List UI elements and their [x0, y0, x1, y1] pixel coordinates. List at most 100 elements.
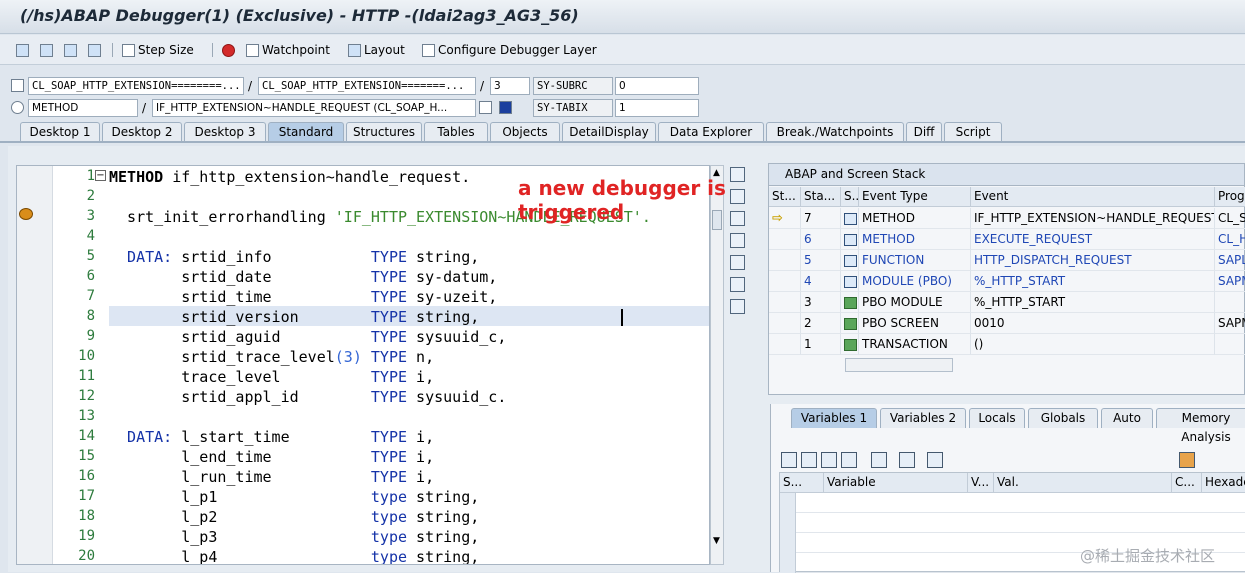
- navigate-icon[interactable]: [479, 101, 492, 114]
- var-row[interactable]: [780, 513, 1245, 533]
- sytabix-value[interactable]: 1: [615, 99, 699, 117]
- var-tab-memory-analysis[interactable]: Memory Analysis: [1156, 408, 1245, 444]
- services-tool-icon[interactable]: [730, 277, 745, 292]
- tab-structures[interactable]: Structures: [346, 122, 422, 141]
- close-tool-icon[interactable]: [730, 167, 745, 182]
- source-code-editor[interactable]: 1 2 3 4 5 6 7 8 9 10 11 12 13 14 15 16 17 18 19 20 − METHOD…: [16, 165, 710, 565]
- code-line[interactable]: srtid_time TYPE sy-uzeit,: [109, 288, 497, 306]
- configure-debugger-layer-button[interactable]: Configure Debugger Layer: [422, 41, 597, 59]
- var-tab-globals[interactable]: Globals: [1028, 408, 1098, 428]
- code-line[interactable]: trace_level TYPE i,: [109, 368, 434, 386]
- var-tab-auto[interactable]: Auto: [1101, 408, 1153, 428]
- code-line[interactable]: l_p1 type string,: [109, 488, 479, 506]
- code-line[interactable]: DATA: srtid_info TYPE string,: [109, 248, 479, 266]
- row-selector[interactable]: [780, 533, 796, 553]
- return-icon[interactable]: [64, 41, 77, 59]
- stack-row[interactable]: ⇨ 7 METHOD IF_HTTP_EXTENSION~HANDLE_REQUEST…: [769, 208, 1245, 229]
- layout-button[interactable]: Layout: [348, 41, 405, 59]
- breakpoint-gutter[interactable]: [17, 166, 53, 564]
- var-col-header[interactable]: S...: [780, 473, 824, 493]
- tab-objects[interactable]: Objects: [490, 122, 560, 141]
- continue-icon[interactable]: [88, 41, 101, 59]
- tab-data-explorer[interactable]: Data Explorer: [658, 122, 764, 141]
- tab-break-watchpoints[interactable]: Break./Watchpoints: [766, 122, 904, 141]
- code-line[interactable]: l_end_time TYPE i,: [109, 448, 434, 466]
- code-line[interactable]: srtid_version TYPE string,: [109, 308, 479, 326]
- var-col-header[interactable]: Variable: [824, 473, 968, 493]
- execute-icon[interactable]: [40, 41, 53, 59]
- var-col-header[interactable]: V...: [968, 473, 994, 493]
- new-tool-icon[interactable]: [730, 189, 745, 204]
- resize-tool-icon[interactable]: [730, 255, 745, 270]
- collapse-icon[interactable]: −: [95, 170, 106, 181]
- tab-diff[interactable]: Diff: [906, 122, 942, 141]
- swap-tool-icon[interactable]: [730, 211, 745, 226]
- stack-col-header[interactable]: Progr: [1215, 187, 1245, 207]
- tab-tables[interactable]: Tables: [424, 122, 488, 141]
- stack-row[interactable]: 5 FUNCTIONHTTP_DISPATCH_REQUESTSAPLH: [769, 250, 1245, 271]
- stack-row[interactable]: 1 TRANSACTION(): [769, 334, 1245, 355]
- tab-desktop-2[interactable]: Desktop 2: [102, 122, 182, 141]
- tab-standard[interactable]: Standard: [268, 122, 344, 141]
- row-selector[interactable]: [780, 513, 796, 533]
- row-selector[interactable]: [780, 493, 796, 513]
- code-line[interactable]: srtid_aguid TYPE sysuuid_c,: [109, 328, 506, 346]
- code-line[interactable]: l_p3 type string,: [109, 528, 479, 546]
- stack-col-header[interactable]: St...: [769, 187, 801, 207]
- save-icon[interactable]: [1179, 452, 1195, 468]
- var-tab-variables-1[interactable]: Variables 1: [791, 408, 877, 428]
- new-icon[interactable]: [801, 452, 817, 468]
- stop-button[interactable]: [222, 41, 235, 59]
- var-row[interactable]: [780, 493, 1245, 513]
- var-col-header[interactable]: C...: [1172, 473, 1202, 493]
- var-tab-locals[interactable]: Locals: [969, 408, 1025, 428]
- event-field[interactable]: IF_HTTP_EXTENSION~HANDLE_REQUEST (CL_SOA…: [152, 99, 476, 117]
- var-col-header[interactable]: Hexadec: [1202, 473, 1245, 493]
- program-field[interactable]: CL_SOAP_HTTP_EXTENSION========...: [28, 77, 244, 95]
- stack-row[interactable]: 6 METHODEXECUTE_REQUESTCL_HT: [769, 229, 1245, 250]
- code-line[interactable]: l_run_time TYPE i,: [109, 468, 434, 486]
- row-selector[interactable]: [780, 553, 796, 573]
- tab-script[interactable]: Script: [944, 122, 1002, 141]
- info-icon[interactable]: [499, 101, 512, 114]
- stack-col-header[interactable]: Event Type: [859, 187, 971, 207]
- breakpoint-icon[interactable]: [19, 208, 33, 220]
- stack-col-header[interactable]: Event: [971, 187, 1215, 207]
- line-field[interactable]: 3: [490, 77, 530, 95]
- export-icon[interactable]: [841, 452, 857, 468]
- include-field[interactable]: CL_SOAP_HTTP_EXTENSION=======...: [258, 77, 476, 95]
- editor-scrollbar[interactable]: ▲ ▼: [710, 165, 724, 565]
- event-type-field[interactable]: METHOD: [28, 99, 138, 117]
- detail-icon[interactable]: [821, 452, 837, 468]
- code-line[interactable]: srtid_date TYPE sy-datum,: [109, 268, 497, 286]
- stack-row[interactable]: 3 PBO MODULE %_HTTP_START: [769, 292, 1245, 313]
- watchpoint-button[interactable]: Watchpoint: [246, 41, 330, 59]
- tab-desktop-1[interactable]: Desktop 1: [20, 122, 100, 141]
- scroll-down-icon[interactable]: ▼: [713, 536, 720, 546]
- open-icon[interactable]: [927, 452, 943, 468]
- maximize-tool-icon[interactable]: [730, 233, 745, 248]
- code-line[interactable]: srtid_appl_id TYPE sysuuid_c.: [109, 388, 506, 406]
- code-line[interactable]: srtid_trace_level(3) TYPE n,: [109, 348, 434, 366]
- stack-col-header[interactable]: S...: [841, 187, 859, 207]
- stack-row[interactable]: 2 PBO SCREEN0010SAPM: [769, 313, 1245, 334]
- transfer-icon[interactable]: [899, 452, 915, 468]
- tab-desktop-3[interactable]: Desktop 3: [184, 122, 266, 141]
- stack-level: 2: [801, 313, 841, 334]
- code-line[interactable]: METHOD if_http_extension~handle_request.: [109, 168, 470, 186]
- code-line[interactable]: l_p2 type string,: [109, 508, 479, 526]
- step-size-button[interactable]: Step Size: [122, 41, 194, 59]
- hierarchy-icon[interactable]: [871, 452, 887, 468]
- stack-hscrollbar[interactable]: [845, 358, 953, 372]
- sysubrc-value[interactable]: 0: [615, 77, 699, 95]
- tab-detaildisplay[interactable]: DetailDisplay: [562, 122, 656, 141]
- delete-icon[interactable]: [781, 452, 797, 468]
- stack-col-header[interactable]: Sta...: [801, 187, 841, 207]
- var-col-header[interactable]: Val.: [994, 473, 1172, 493]
- var-tab-variables-2[interactable]: Variables 2: [880, 408, 966, 428]
- code-line[interactable]: DATA: l_start_time TYPE i,: [109, 428, 434, 446]
- code-line[interactable]: l_p4 type string,: [109, 548, 479, 564]
- settings-tool-icon[interactable]: [730, 299, 745, 314]
- stack-row[interactable]: 4 MODULE (PBO)%_HTTP_STARTSAPM: [769, 271, 1245, 292]
- single-step-icon[interactable]: [16, 41, 29, 59]
